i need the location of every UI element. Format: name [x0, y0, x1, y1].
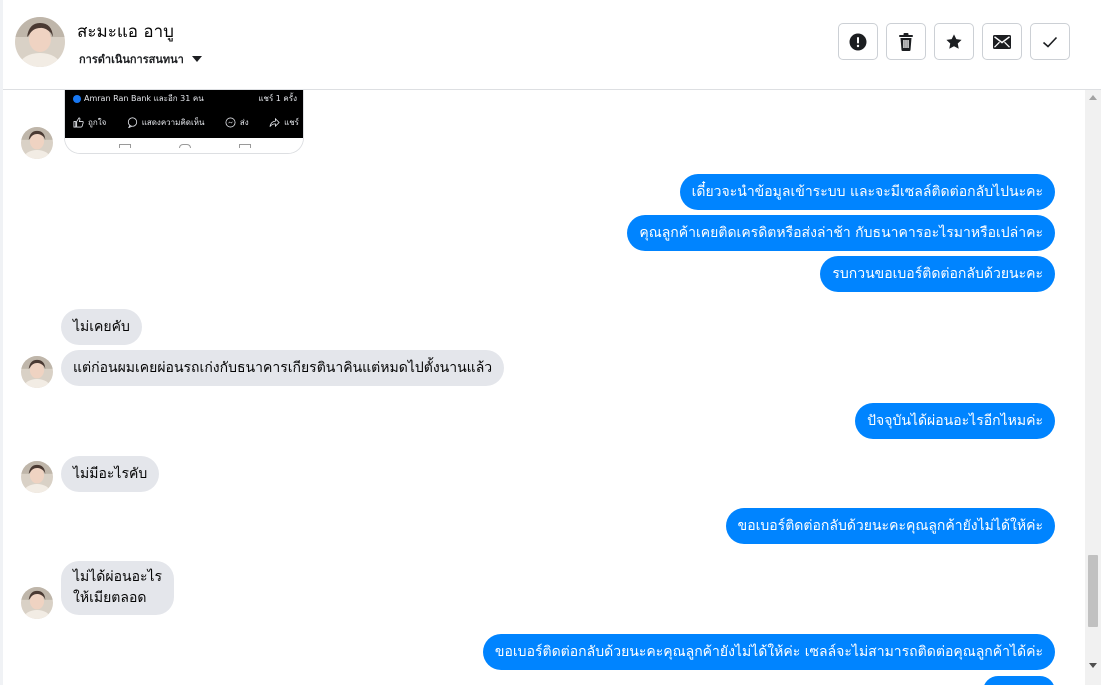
nav-recent-icon: [119, 144, 131, 148]
scroll-up-arrow-icon[interactable]: [1089, 95, 1097, 100]
shared-post-reactions: Amran Ran Bank และอีก 31 คน: [73, 92, 204, 105]
conversation-actions-label: การดำเนินการสนทนา: [79, 53, 184, 66]
shared-post-screenshot: Amran Ran Bank และอีก 31 คน แชร์ 1 ครั้ง…: [65, 90, 303, 138]
message-scrollbar[interactable]: [1085, 90, 1101, 685]
contact-avatar-small: [21, 461, 53, 493]
comment-icon: [127, 117, 137, 128]
mark-unread-button[interactable]: [982, 23, 1022, 60]
conversation-header: สะมะแอ อาบู การดำเนินการสนทนา: [3, 0, 1101, 90]
contact-avatar-small: [21, 356, 53, 388]
check-icon: [1042, 36, 1058, 48]
trash-icon: [899, 32, 913, 51]
star-button[interactable]: [934, 23, 974, 60]
outgoing-message[interactable]: เดี๋ยวจะนำข้อมูลเข้าระบบ และจะมีเซลล์ติด…: [679, 174, 1055, 210]
outgoing-message[interactable]: ปัจจุบันได้ผ่อนอะไรอีกไหมค่ะ: [855, 403, 1055, 439]
share-arrow-icon: [269, 117, 280, 128]
incoming-message[interactable]: แต่ก่อนผมเคยผ่อนรถเก่งกับธนาคารเกียรตินา…: [61, 350, 505, 386]
thumbs-up-icon: [73, 117, 84, 128]
messenger-icon: [225, 117, 236, 128]
outgoing-message[interactable]: รบกวนขอเบอร์ติดต่อกลับด้วยนะคะ: [820, 256, 1055, 292]
like-reaction-icon: [73, 94, 81, 103]
nav-home-icon: [179, 144, 191, 148]
shared-post-actions: ถูกใจ แสดงความคิดเห็น ส่ง แชร์: [73, 116, 299, 129]
message-thread[interactable]: Amran Ran Bank และอีก 31 คน แชร์ 1 ครั้ง…: [3, 90, 1085, 685]
outgoing-message[interactable]: คุณลูกค้าเคยติดเครดิตหรือส่งล่าช้า กับธน…: [627, 215, 1055, 251]
nav-back-icon: [239, 144, 251, 148]
shared-like-action: ถูกใจ: [73, 116, 106, 129]
star-icon: [946, 33, 962, 49]
scrollbar-thumb[interactable]: [1088, 555, 1098, 627]
outgoing-message[interactable]: ขอเบอร์ติดต่อกลับด้วยนะคะคุณลูกค้ายังไม่…: [482, 634, 1055, 670]
shared-image-attachment[interactable]: Amran Ran Bank และอีก 31 คน แชร์ 1 ครั้ง…: [64, 90, 304, 154]
conversation-toolbar: [838, 23, 1070, 60]
shared-send-action: ส่ง: [225, 116, 249, 129]
caret-down-icon: [191, 56, 202, 62]
mark-done-button[interactable]: [1030, 23, 1070, 60]
incoming-message[interactable]: ไม่ได้ผ่อนอะไร ให้เมียตลอด: [61, 561, 175, 615]
contact-avatar-small: [21, 127, 53, 159]
incoming-message-line: ให้เมียตลอด: [73, 590, 147, 606]
scroll-down-arrow-icon[interactable]: [1089, 663, 1097, 668]
envelope-icon: [993, 34, 1011, 49]
shared-comment-action: แสดงความคิดเห็น: [127, 116, 204, 129]
conversation-actions-dropdown[interactable]: การดำเนินการสนทนา: [79, 50, 202, 68]
contact-name: สะมะแอ อาบู: [77, 22, 174, 42]
phone-nav-bar: [65, 138, 303, 153]
mark-spam-button[interactable]: [838, 23, 878, 60]
alert-icon: [849, 33, 867, 50]
incoming-message[interactable]: ไม่มีอะไรคับ: [61, 456, 160, 492]
incoming-message-line: ไม่ได้ผ่อนอะไร: [73, 569, 163, 585]
contact-avatar-small: [21, 587, 53, 619]
outgoing-message[interactable]: ขอเบอร์ติดต่อกลับด้วยนะคะคุณลูกค้ายังไม่…: [725, 508, 1055, 544]
contact-avatar[interactable]: [15, 17, 65, 67]
delete-button[interactable]: [886, 23, 926, 60]
outgoing-message-partial[interactable]: [983, 676, 1055, 685]
shared-post-shares: แชร์ 1 ครั้ง: [258, 94, 297, 103]
incoming-message[interactable]: ไม่เคยคับ: [61, 309, 142, 345]
shared-share-action: แชร์: [269, 116, 299, 129]
